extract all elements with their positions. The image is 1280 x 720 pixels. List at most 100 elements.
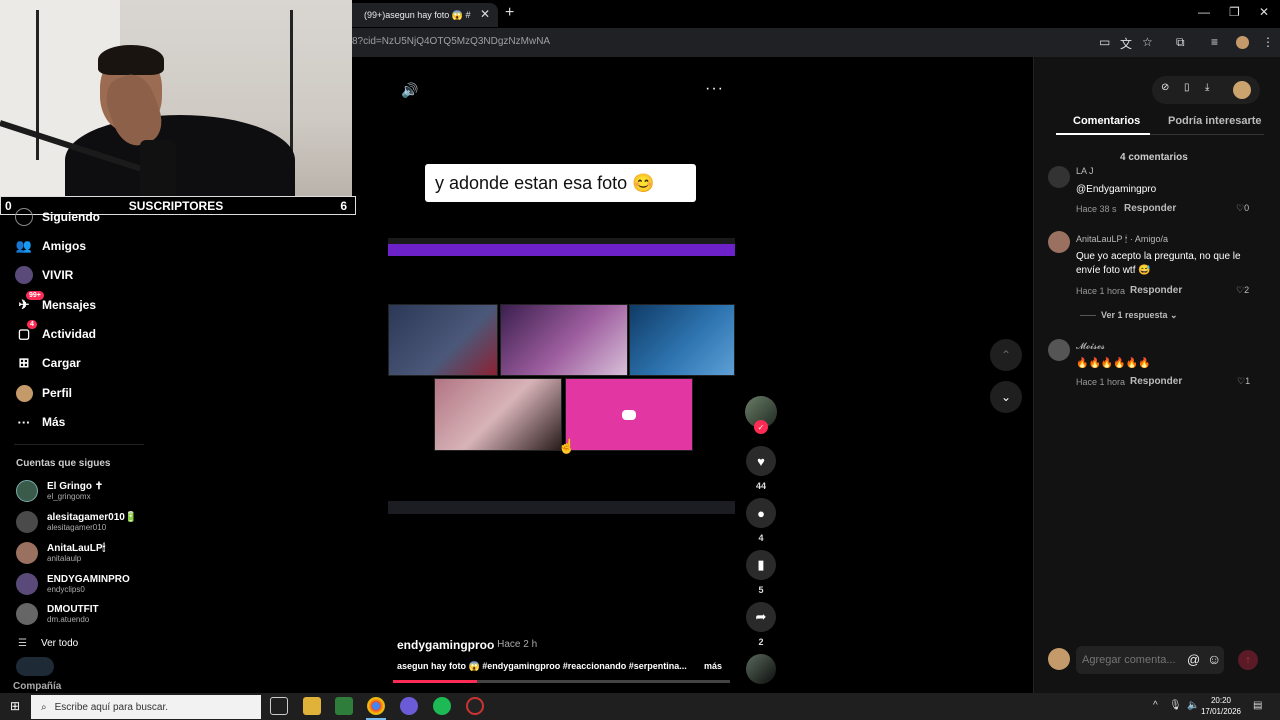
webcam-overlay (0, 0, 352, 197)
company-link[interactable]: Compañía (13, 681, 61, 692)
video-author[interactable]: endygamingproo (397, 638, 494, 652)
stream-taskbar-strip (388, 501, 735, 514)
arrow-up-icon: ↑ (1245, 654, 1251, 666)
comment-user[interactable]: 𝓜𝓸𝓲𝓼𝓮𝓼 (1076, 341, 1105, 352)
previous-video-button[interactable]: ⌃ (990, 339, 1022, 371)
volume-icon[interactable]: 🔊 (401, 82, 418, 99)
clock-date: 17/01/2026 (1200, 707, 1242, 716)
save-count: 5 (758, 585, 764, 595)
compass-icon[interactable]: ⊘ (1161, 82, 1169, 93)
next-video-button[interactable]: ⌄ (990, 381, 1022, 413)
comment-like[interactable]: ♡1 (1237, 376, 1250, 387)
tab-close-icon[interactable]: ✕ (480, 7, 490, 21)
clock-time: 20:20 (1210, 696, 1232, 705)
music-disc[interactable] (746, 654, 776, 684)
taskbar-clock[interactable]: 20:20 17/01/2026 (1196, 695, 1246, 717)
following-account[interactable]: AnitaLauLP🕯 anitalaulp (16, 540, 105, 566)
tray-chevron-icon[interactable]: ^ (1153, 700, 1158, 711)
browser-menu-icon[interactable]: ⋮ (1262, 35, 1274, 49)
chrome-icon[interactable] (367, 697, 385, 715)
account-handle: anitalaulp (47, 553, 82, 563)
following-account[interactable]: ENDYGAMINPRO endyclips0 (16, 571, 130, 597)
reply-button[interactable]: Responder (1130, 285, 1182, 296)
profile-avatar-icon[interactable] (1236, 36, 1249, 49)
avatar[interactable] (1048, 166, 1070, 188)
phone-icon[interactable]: ▯ (1184, 82, 1190, 93)
cast-icon[interactable]: ▭ (1099, 35, 1110, 49)
tab-title: (99+)asegun hay foto 😱 # (364, 9, 471, 20)
description-more-link[interactable]: más (704, 661, 722, 671)
avatar[interactable] (1048, 231, 1070, 253)
emoji-icon[interactable]: ☺ (1207, 651, 1221, 667)
more-options-icon[interactable]: ··· (705, 80, 724, 98)
sidebar-item-messages[interactable]: ✈ 99+ Mensajes (14, 291, 96, 317)
extension-pill[interactable] (16, 657, 54, 676)
stream-cam-tile (388, 304, 498, 376)
comment-like[interactable]: ♡0 (1236, 203, 1249, 214)
store-icon[interactable] (335, 697, 353, 715)
sidebar-item-activity[interactable]: ▢ 4 Actividad (14, 320, 96, 346)
comment-input[interactable] (1076, 646, 1224, 674)
avatar[interactable] (1048, 339, 1070, 361)
notifications-icon[interactable]: ▤ (1253, 700, 1262, 711)
microphone-icon[interactable]: 🎙 (1169, 700, 1182, 711)
spotify-icon[interactable] (433, 697, 451, 715)
mention-icon[interactable]: @ (1187, 652, 1200, 667)
new-tab-button[interactable]: + (505, 4, 514, 22)
following-check-icon[interactable]: ✓ (754, 420, 768, 434)
url-text[interactable]: 8?cid=NzU5NjQ4OTQ5MzQ3NDgzNzMwNA (352, 36, 550, 47)
minimize-icon[interactable]: — (1198, 5, 1210, 19)
stream-cam-tile (434, 378, 562, 451)
sidebar-item-live[interactable]: VIVIR (14, 263, 73, 287)
extensions-icon[interactable]: ⧉ (1176, 35, 1185, 50)
chevron-up-icon: ⌃ (1000, 348, 1012, 362)
see-all-link[interactable]: ☰ Ver todo (18, 638, 78, 649)
post-comment-button[interactable]: ↑ (1238, 650, 1258, 670)
bookmark-star-icon[interactable]: ☆ (1142, 35, 1153, 49)
sidebar-item-label: Perfil (42, 386, 73, 400)
close-window-icon[interactable]: ✕ (1259, 5, 1269, 19)
following-account[interactable]: DMOUTFIT dm.atuendo (16, 601, 99, 627)
view-replies-button[interactable]: Ver 1 respuesta ⌄ (1101, 310, 1178, 321)
download-icon[interactable]: ⤓ (1205, 82, 1209, 93)
cam-person-hair (98, 45, 164, 75)
comment-user[interactable]: AnitaLauLP 🕯 · Amigo/a (1076, 234, 1168, 245)
comment-text: Que yo acepto la pregunta, no que le env… (1076, 251, 1241, 276)
file-explorer-icon[interactable] (303, 697, 321, 715)
comment-button[interactable]: ● (746, 498, 776, 528)
account-name: DMOUTFIT (47, 603, 99, 615)
sidebar-item-following[interactable]: Siguiendo (14, 205, 100, 229)
tab-might-interest[interactable]: Podría interesarte (1168, 115, 1262, 127)
sidebar-item-more[interactable]: ··· Más (14, 410, 66, 434)
browser-tab[interactable]: (99+)asegun hay foto 😱 # ✕ (340, 3, 498, 27)
obs-icon[interactable] (466, 697, 484, 715)
save-button[interactable]: ▮ (746, 550, 776, 580)
app-icon[interactable] (400, 697, 418, 715)
taskbar-search[interactable]: ⌕ Escribe aquí para buscar. (31, 695, 261, 719)
reply-button[interactable]: Responder (1130, 376, 1182, 387)
account-handle: alesitagamer010 (47, 522, 107, 532)
following-account[interactable]: El Gringo ✝ el_gringomx (16, 478, 103, 504)
following-section-title: Cuentas que sigues (16, 458, 111, 469)
video-description: asegun hay foto 😱 #endygamingproo #reacc… (397, 661, 687, 671)
restore-icon[interactable]: ❐ (1229, 5, 1240, 19)
share-button[interactable]: ➦ (746, 602, 776, 632)
translate-icon[interactable]: 文 (1120, 35, 1132, 52)
comment-like[interactable]: ♡2 (1236, 285, 1249, 296)
comment-user[interactable]: LA J (1076, 166, 1094, 176)
task-view-icon[interactable] (270, 697, 288, 715)
like-count: 44 (755, 481, 766, 491)
sidebar-item-upload[interactable]: ⊞ Cargar (14, 351, 81, 375)
media-control-icon[interactable]: ≡ (1211, 35, 1218, 49)
sidebar-item-friends[interactable]: 👥 Amigos (14, 234, 86, 258)
mouse-cursor-icon: ☝ (558, 438, 576, 454)
like-button[interactable]: ♥ (746, 446, 776, 476)
reply-button[interactable]: Responder (1124, 203, 1176, 214)
tab-comments[interactable]: Comentarios (1073, 115, 1140, 127)
sidebar-item-profile[interactable]: Perfil (14, 381, 72, 405)
stream-top-strip (388, 238, 735, 244)
user-avatar[interactable] (1233, 81, 1251, 99)
following-account[interactable]: alesitagamer010🔋 alesitagamer010 (16, 509, 137, 535)
comment-like-count: 2 (1244, 285, 1250, 295)
windows-start-icon[interactable]: ⊞ (10, 699, 20, 713)
